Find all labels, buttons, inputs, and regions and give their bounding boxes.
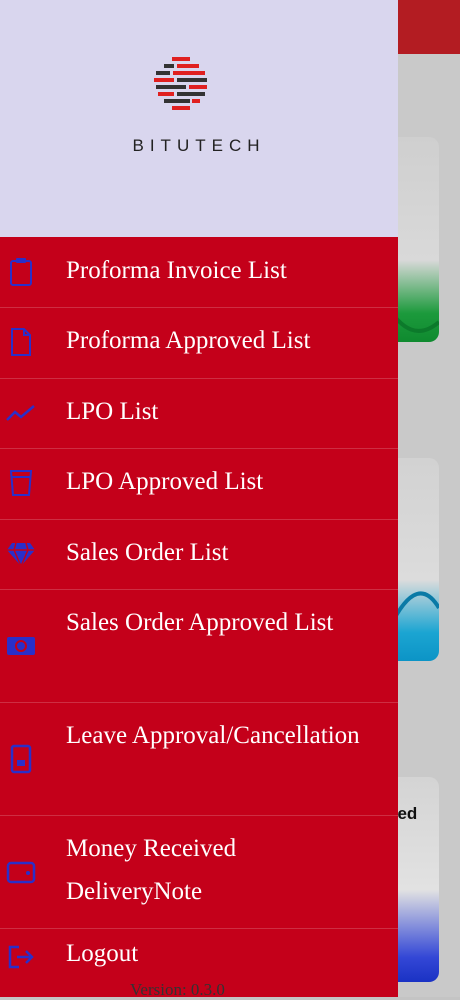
logout-icon <box>6 942 36 972</box>
wallet-icon <box>6 857 36 887</box>
menu-item-label: Proforma Invoice List <box>66 257 287 284</box>
menu-item-proforma-approved-list[interactable]: Proforma Approved List <box>0 307 398 379</box>
menu-item-label: Logout <box>66 940 139 967</box>
menu-item-label: Money Received DeliveryNote <box>66 835 237 905</box>
menu-item-sales-order-list[interactable]: Sales Order List <box>0 519 398 590</box>
menu-item-label: Sales Order List <box>66 539 229 566</box>
menu-item-label: Leave Approval/Cancellation <box>66 722 360 749</box>
menu-item-label: LPO List <box>66 398 159 425</box>
menu-item-leave-approval-cancellation[interactable]: Leave Approval/Cancellation <box>0 702 398 816</box>
menu-item-label: LPO Approved List <box>66 468 264 495</box>
menu-item-label: Proforma Approved List <box>66 327 311 354</box>
navigation-drawer: BITUTECH Proforma Invoice List Proforma … <box>0 0 398 997</box>
brand-name: BITUTECH <box>132 136 266 155</box>
clipboard-icon <box>6 257 36 287</box>
menu-item-lpo-approved-list[interactable]: LPO Approved List <box>0 448 398 520</box>
trending-icon <box>6 398 36 428</box>
drawer-header: BITUTECH <box>0 0 398 237</box>
menu-item-lpo-list[interactable]: LPO List <box>0 378 398 449</box>
menu-item-proforma-invoice-list[interactable]: Proforma Invoice List <box>0 237 398 308</box>
menu-item-sales-order-approved-list[interactable]: Sales Order Approved List <box>0 589 398 703</box>
menu-item-money-received-deliverynote[interactable]: Money Received DeliveryNote <box>0 815 398 929</box>
money-icon <box>6 631 36 661</box>
cup-icon <box>6 468 36 498</box>
tablet-icon <box>6 744 36 774</box>
menu-item-label: Sales Order Approved List <box>66 609 334 636</box>
drawer-menu: Proforma Invoice List Proforma Approved … <box>0 237 398 997</box>
file-icon <box>6 327 36 357</box>
version-label: Version: 0.3.0 <box>130 980 225 999</box>
diamond-icon <box>6 539 36 569</box>
bitutech-logo-icon <box>154 57 207 110</box>
